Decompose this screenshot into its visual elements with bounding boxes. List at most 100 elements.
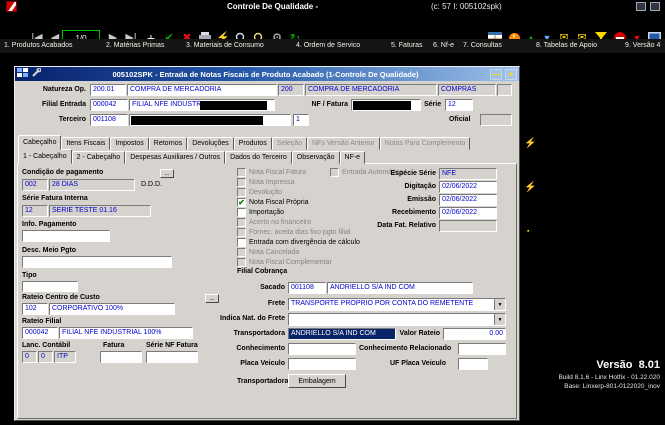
redacted-value xyxy=(200,101,267,110)
checkbox-label: Nota Cancelada xyxy=(249,249,299,256)
menu-ordem-servico[interactable]: 4. Ordem de Servico xyxy=(296,42,360,49)
terceiro-label: Terceiro xyxy=(22,116,86,123)
sacado-desc-field[interactable]: ANDRIELLO S/A IND COM xyxy=(327,282,473,294)
frete-select[interactable]: TRANSPORTE PRÓPRIO POR CONTA DO REMETENT… xyxy=(288,298,506,311)
digitacao-field[interactable]: 02/06/2022 xyxy=(439,181,497,193)
filial-code-field[interactable]: 000042 xyxy=(90,99,128,111)
emissao-field[interactable]: 02/06/2022 xyxy=(439,194,497,206)
conhecimento-relacionado-field[interactable] xyxy=(458,343,506,355)
menu-nfe[interactable]: 6. Nf-e xyxy=(433,42,454,49)
rateio-filial-desc-field[interactable]: FILIAL NFE INDUSTRIAL 100% xyxy=(59,327,193,339)
serie-fatura-desc-field: SERIE TESTE 01.16 xyxy=(49,205,151,217)
rateio-filial-code-field[interactable]: 000042 xyxy=(22,327,58,339)
cond-pagamento-browse-button[interactable]: ... xyxy=(160,169,174,178)
data-fat-relativo-field xyxy=(439,220,497,232)
menu-produtos-acabados[interactable]: 1. Produtos Acabados xyxy=(4,42,73,49)
conhecimento-field[interactable] xyxy=(288,343,356,355)
side-shortcut-icon-2[interactable]: ⚡ xyxy=(524,182,536,193)
valor-rateio-label: Valor Rateio xyxy=(396,330,440,337)
cond-pagamento-desc-field: 28 DIAS xyxy=(49,179,135,191)
valor-rateio-field[interactable]: 0.00 xyxy=(443,328,506,340)
serie-field[interactable]: 12 xyxy=(445,99,473,111)
checkbox-divergencia-calculo[interactable] xyxy=(237,238,246,247)
tipo-field[interactable] xyxy=(22,281,78,292)
filial-cobranca-label: Filial Cobrança xyxy=(237,268,287,275)
version-build: Build 8.1.6 - Linx Hotfix - 01.22.020 xyxy=(500,374,660,381)
uf-placa-veiculo-field[interactable] xyxy=(458,358,488,370)
frete-value: TRANSPORTE PRÓPRIO POR CONTA DO REMETENT… xyxy=(291,300,473,307)
natureza-extra-field xyxy=(497,84,512,96)
natureza-desc-field[interactable]: COMPRA DE MERCADORIA xyxy=(127,84,277,96)
tab-despesas-auxiliares[interactable]: Despesas Auxiliares / Outros xyxy=(125,151,225,164)
redacted-value xyxy=(353,101,411,110)
minimize-icon[interactable]: — xyxy=(490,69,502,80)
tab-dados-terceiro[interactable]: Dados do Terceiro xyxy=(225,151,292,164)
chevron-down-icon[interactable]: ▼ xyxy=(494,299,505,310)
window-title: 005102SPK - Entrada de Notas Fiscais de … xyxy=(44,70,487,79)
natureza-tipo-field: COMPRAS xyxy=(438,84,496,96)
transportadora-label: Transportadora xyxy=(213,330,285,337)
embalagem-button[interactable]: Embalagem xyxy=(288,374,346,388)
data-fat-relativo-label: Data Fat. Relativo xyxy=(356,222,436,229)
app-title: Controle De Qualidade - xyxy=(227,2,318,11)
terceiro-code-field[interactable]: 001108 xyxy=(90,114,128,126)
rateio-cc-browse-button[interactable]: ... xyxy=(205,294,219,303)
version-title: Versão 8.01 xyxy=(500,359,660,371)
rateio-filial-label: Rateio Filial xyxy=(22,318,61,325)
checkbox-label: Fornec. aceita dias fixo pgto filial xyxy=(249,229,351,236)
window-button-icon[interactable] xyxy=(650,2,660,11)
chevron-down-icon[interactable]: ▼ xyxy=(494,314,505,325)
checkbox-label: Nota Fiscal Complementar xyxy=(249,259,332,266)
indica-nat-frete-select[interactable]: ▼ xyxy=(288,313,506,326)
window-grid-icon xyxy=(17,65,28,83)
filial-entrada-label: Filial Entrada xyxy=(22,101,86,108)
cond-pagamento-label: Condição de pagamento xyxy=(22,169,103,176)
serie-fatura-label: Série Fatura Interna xyxy=(22,195,88,202)
tab-1-cabecalho[interactable]: 1 - Cabeçalho xyxy=(18,149,72,164)
rateio-cc-code-field[interactable]: 102 xyxy=(22,303,48,315)
rateio-cc-desc-field[interactable]: CORPORATIVO 100% xyxy=(49,303,175,315)
menu-faturas[interactable]: 5. Faturas xyxy=(391,42,423,49)
serie-nf-fatura-field[interactable] xyxy=(146,351,198,363)
window-button-icon[interactable] xyxy=(636,2,646,11)
tab-nfe-sub[interactable]: NF-e xyxy=(340,151,366,164)
natureza-code-field[interactable]: 200.01 xyxy=(90,84,126,96)
frete-label: Frete xyxy=(243,300,285,307)
menu-consultas[interactable]: 7. Consultas xyxy=(463,42,502,49)
placa-veiculo-field[interactable] xyxy=(288,358,356,370)
checkbox-nota-fiscal-propria[interactable]: ✔ xyxy=(237,198,246,207)
desc-meio-pgto-field[interactable] xyxy=(22,256,172,268)
session-info: (c: 57 I: 005102spk) xyxy=(431,2,502,11)
maximize-icon[interactable]: + xyxy=(505,69,517,80)
menu-tabelas-apoio[interactable]: 8. Tabelas de Apoio xyxy=(536,42,597,49)
natureza-code2-field: 200 xyxy=(278,84,304,96)
recebimento-field[interactable]: 02/06/2022 xyxy=(439,207,497,219)
tab-observacao[interactable]: Observação xyxy=(292,151,340,164)
fatura-field[interactable] xyxy=(100,351,142,363)
screen: Controle De Qualidade - (c: 57 I: 005102… xyxy=(0,0,665,425)
main-toolbar: |◀ ◀ 1/0 ▶ ▶| + ✔ ✖ ⚡ ⚙ ↻ ! ▲ ▼ ✉ ✉ ▼ xyxy=(0,13,665,39)
checkbox-entrada-automatica xyxy=(330,168,339,177)
app-titlebar: Controle De Qualidade - (c: 57 I: 005102… xyxy=(0,0,665,13)
checkbox-importacao[interactable] xyxy=(237,208,246,217)
serie-nf-fatura-label: Série NF Fatura xyxy=(146,342,198,349)
placa-veiculo-label: Placa Veiculo xyxy=(213,360,285,367)
especie-serie-field: NFE xyxy=(439,168,497,180)
menu-materiais-consumo[interactable]: 3. Materiais de Consumo xyxy=(186,42,264,49)
sacado-code-field[interactable]: 001108 xyxy=(288,282,326,294)
recebimento-label: Recebimento xyxy=(356,209,436,216)
side-shortcut-icon-1[interactable]: ⚡ xyxy=(524,138,536,149)
menu-versao[interactable]: 9. Versão 4 xyxy=(625,42,660,49)
side-shortcut-icon-3[interactable]: ▪ xyxy=(527,228,529,235)
info-pagamento-field[interactable] xyxy=(22,230,110,242)
checkbox-label: Devolução xyxy=(249,189,282,196)
terceiro-seq-field[interactable]: 1 xyxy=(293,114,309,126)
especie-serie-label: Espécie Série xyxy=(356,170,436,177)
tab-2-cabecalho[interactable]: 2 - Cabeçalho xyxy=(72,151,126,164)
menu-materias-primas[interactable]: 2. Matérias Primas xyxy=(106,42,164,49)
checkbox-label: Nota Impressa xyxy=(249,179,295,186)
transportadora-field[interactable]: ANDRIELLO S/A IND COM xyxy=(288,328,396,340)
lanc-contabil-field-3: ITP xyxy=(54,351,76,363)
cond-pagamento-note: D.D.D. xyxy=(141,181,162,188)
tab-cabecalho[interactable]: Cabeçalho xyxy=(18,135,61,150)
